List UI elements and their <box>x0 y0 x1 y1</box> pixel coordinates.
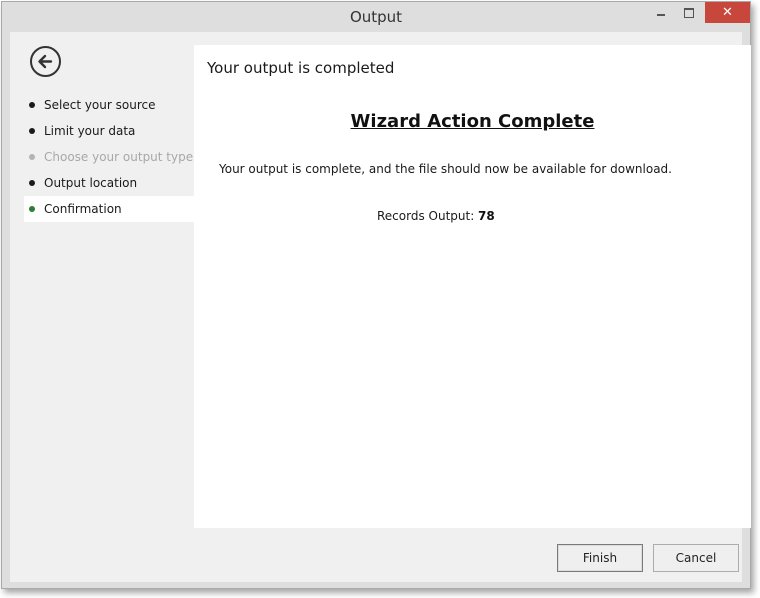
step-bullet-icon <box>29 206 35 212</box>
records-output-value: 78 <box>478 209 495 223</box>
wizard-body: Select your source Limit your data Choos… <box>10 32 751 582</box>
step-label: Confirmation <box>44 202 122 216</box>
step-limit-data[interactable]: Limit your data <box>24 118 194 144</box>
content-panel: Your output is completed Wizard Action C… <box>194 45 751 528</box>
cancel-button[interactable]: Cancel <box>653 544 739 572</box>
step-label: Choose your output type <box>44 150 194 164</box>
page-title: Your output is completed <box>207 59 395 77</box>
maximize-button[interactable] <box>676 2 702 23</box>
maximize-icon <box>684 8 694 18</box>
back-button[interactable] <box>30 46 61 77</box>
records-output-label: Records Output: <box>377 209 475 223</box>
step-bullet-icon <box>29 102 35 108</box>
step-label: Limit your data <box>44 124 136 138</box>
step-choose-output-type: Choose your output type <box>24 144 194 170</box>
step-output-location[interactable]: Output location <box>24 170 194 196</box>
title-bar[interactable]: Output ✕ <box>2 2 750 32</box>
finish-button[interactable]: Finish <box>557 544 643 572</box>
step-bullet-icon <box>29 154 35 160</box>
back-arrow-icon <box>38 54 53 69</box>
step-label: Output location <box>44 176 138 190</box>
minimize-icon <box>657 14 665 16</box>
output-window: Output ✕ Select your source Limit your d… <box>1 1 751 589</box>
wizard-complete-title: Wizard Action Complete <box>350 111 595 132</box>
wizard-steps: Select your source Limit your data Choos… <box>24 92 194 222</box>
step-bullet-icon <box>29 180 35 186</box>
step-bullet-icon <box>29 128 35 134</box>
step-select-source[interactable]: Select your source <box>24 92 194 118</box>
close-button[interactable]: ✕ <box>705 2 750 23</box>
close-icon: ✕ <box>722 5 733 20</box>
window-title: Output <box>349 8 403 26</box>
step-label: Select your source <box>44 98 156 112</box>
minimize-button[interactable] <box>648 2 674 23</box>
completion-message: Your output is complete, and the file sh… <box>219 162 672 176</box>
step-confirmation[interactable]: Confirmation <box>24 196 194 222</box>
